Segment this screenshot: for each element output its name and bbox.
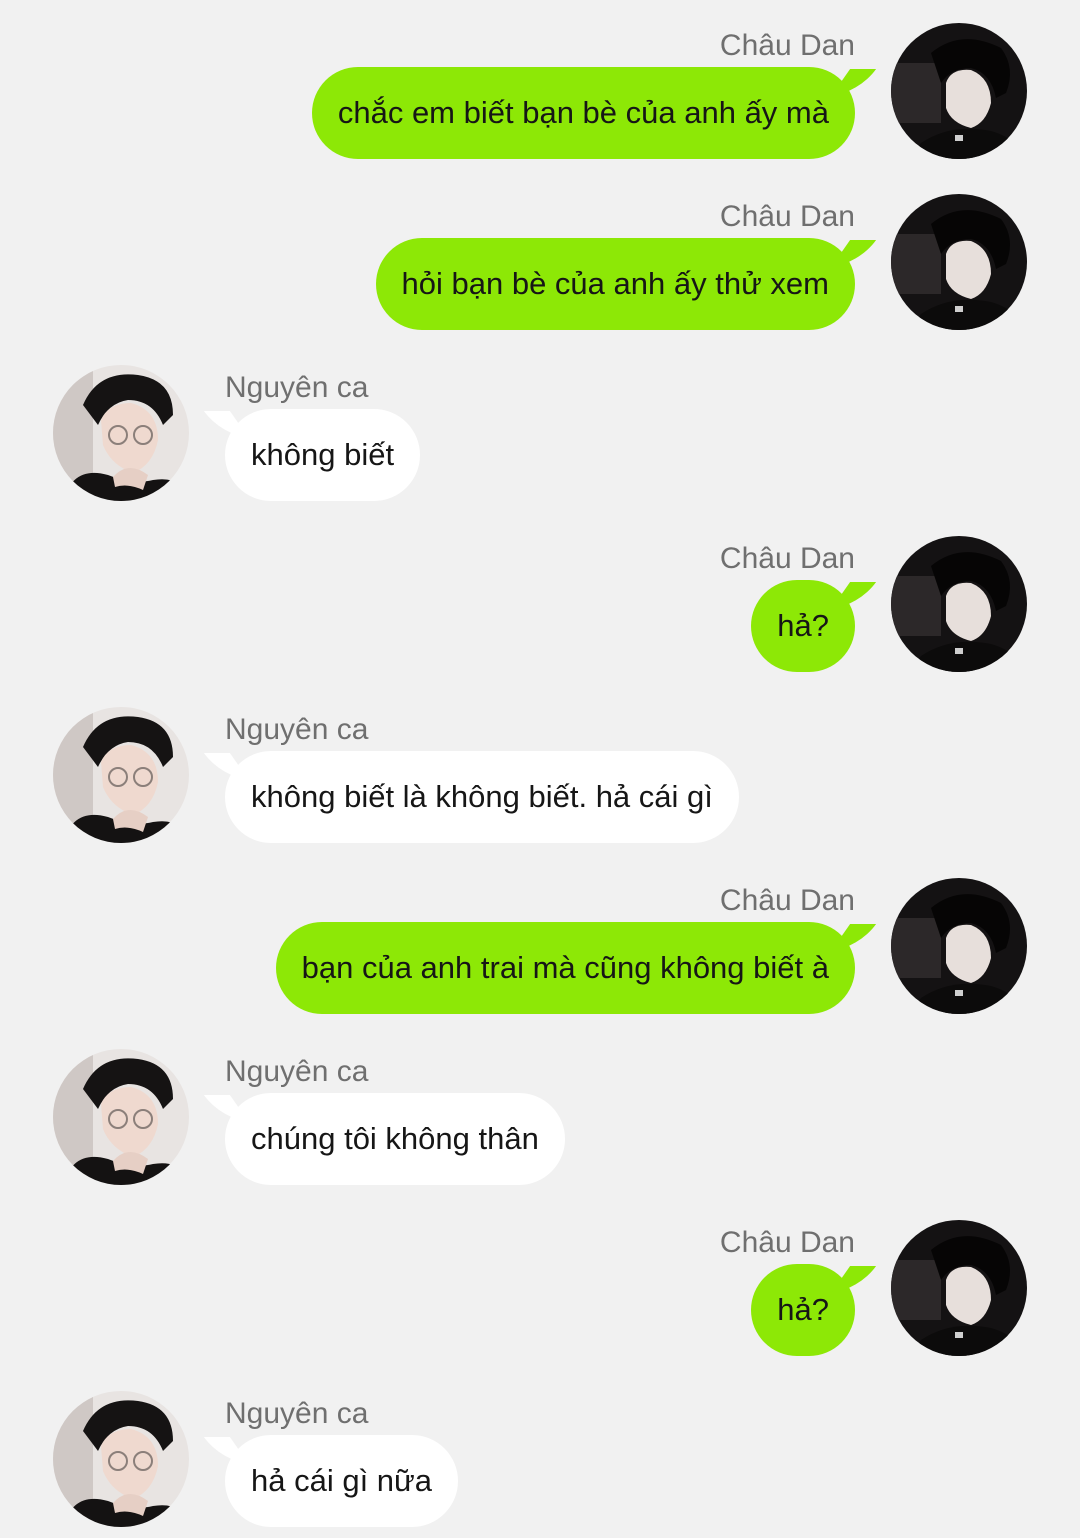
message-row: Nguyên ca chúng tôi không thân [0,1049,1080,1189]
avatar[interactable] [53,1049,189,1185]
sender-name: Nguyên ca [225,713,369,746]
message-row: Nguyên ca không biết [0,365,1080,505]
sender-name: Châu Dan [719,1226,855,1259]
sender-name: Nguyên ca [225,1055,369,1088]
message-bubble-incoming[interactable]: không biết [225,409,421,501]
message-row: Châu Dan bạn của anh trai mà cũng không … [0,878,1080,1018]
chat-thread: Châu Dan chắc em biết bạn bè của anh ấy … [0,0,1080,1538]
avatar[interactable] [891,194,1027,330]
message-bubble-outgoing[interactable]: hỏi bạn bè của anh ấy thử xem [375,238,855,330]
profile-photo-dark-icon [891,194,1027,330]
message-row: Châu Dan chắc em biết bạn bè của anh ấy … [0,23,1080,163]
message-bubble-incoming[interactable]: chúng tôi không thân [225,1093,565,1185]
message-bubble-outgoing[interactable]: bạn của anh trai mà cũng không biết à [275,922,855,1014]
avatar[interactable] [891,878,1027,1014]
avatar[interactable] [891,1220,1027,1356]
profile-photo-glasses-icon [53,1049,189,1185]
message-bubble-outgoing[interactable]: hả? [751,1264,855,1356]
message-row: Nguyên ca hả cái gì nữa [0,1391,1080,1531]
message-row: Châu Dan hả? [0,1220,1080,1360]
message-row: Châu Dan hỏi bạn bè của anh ấy thử xem [0,194,1080,334]
profile-photo-dark-icon [891,23,1027,159]
profile-photo-glasses-icon [53,707,189,843]
avatar[interactable] [53,1391,189,1527]
avatar[interactable] [53,365,189,501]
profile-photo-glasses-icon [53,1391,189,1527]
profile-photo-glasses-icon [53,365,189,501]
message-bubble-incoming[interactable]: không biết là không biết. hả cái gì [225,751,739,843]
sender-name: Nguyên ca [225,371,369,404]
sender-name: Châu Dan [719,884,855,917]
message-row: Châu Dan hả? [0,536,1080,676]
profile-photo-dark-icon [891,536,1027,672]
message-bubble-outgoing[interactable]: hả? [751,580,855,672]
sender-name: Châu Dan [719,200,855,233]
avatar[interactable] [53,707,189,843]
profile-photo-dark-icon [891,878,1027,1014]
avatar[interactable] [891,23,1027,159]
sender-name: Châu Dan [719,29,855,62]
message-bubble-incoming[interactable]: hả cái gì nữa [225,1435,459,1527]
sender-name: Nguyên ca [225,1397,369,1430]
profile-photo-dark-icon [891,1220,1027,1356]
message-row: Nguyên ca không biết là không biết. hả c… [0,707,1080,847]
message-bubble-outgoing[interactable]: chắc em biết bạn bè của anh ấy mà [311,67,855,159]
avatar[interactable] [891,536,1027,672]
sender-name: Châu Dan [719,542,855,575]
